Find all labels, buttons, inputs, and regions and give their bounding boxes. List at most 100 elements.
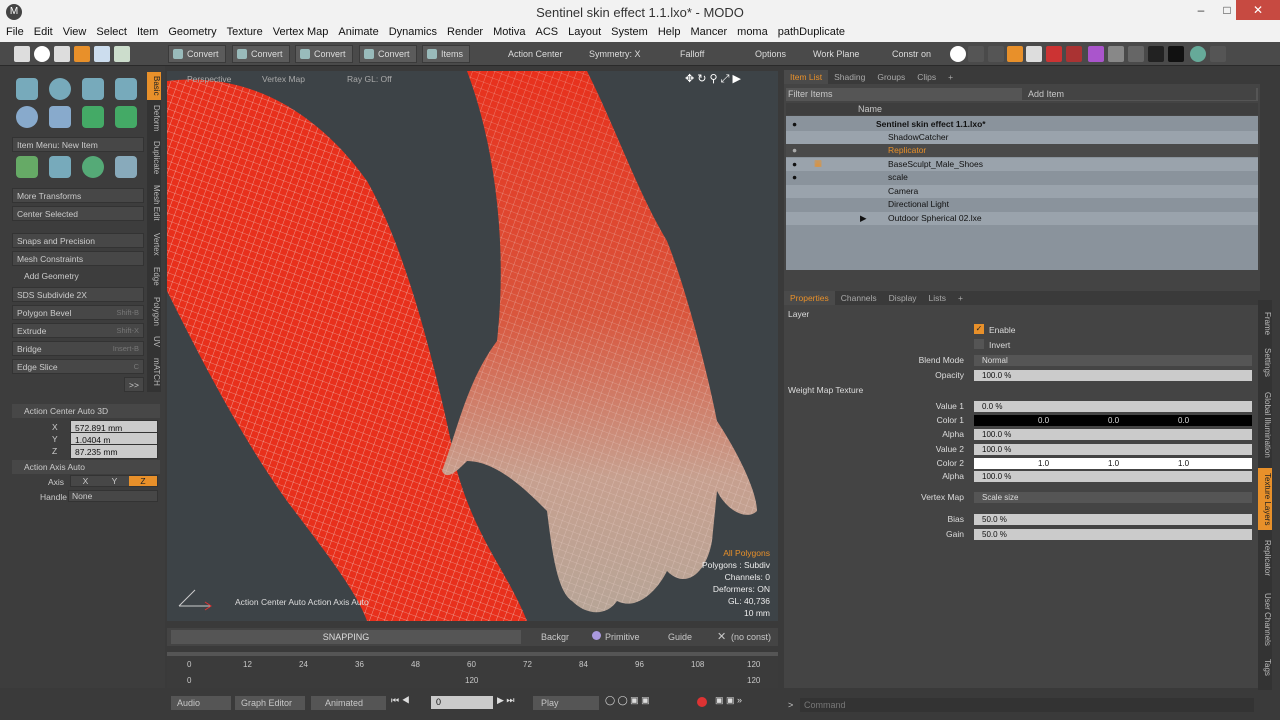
convert-button-3[interactable]: Convert [295,45,353,63]
tab-item-list[interactable]: Item List [784,70,829,84]
eye-icon[interactable]: ● [792,159,797,169]
axis-z[interactable]: Z [129,476,157,486]
polygon-mode-icon[interactable] [94,46,110,62]
more-tools-button[interactable]: >> [124,377,144,392]
snaps-button[interactable]: Snaps and Precision [12,233,144,248]
wmt-header[interactable]: Weight Map Texture [788,385,863,395]
more-transforms-dropdown[interactable]: More Transforms [12,188,144,203]
record-icon[interactable] [1066,46,1082,62]
opacity-field[interactable]: 100.0 % [974,370,1252,381]
material-mode-icon[interactable] [114,46,130,62]
list-item[interactable]: Directional Light [786,198,1258,211]
list-item[interactable]: ● ▦ BaseSculpt_Male_Shoes [786,158,1258,171]
lock-icon[interactable]: ▦ [814,158,822,169]
convert-button-4[interactable]: Convert [359,45,417,63]
audio-button[interactable]: Audio [171,696,231,710]
eye-icon[interactable]: ● [792,119,797,129]
items-button[interactable]: Items [422,45,471,63]
layer-header[interactable]: Layer [788,309,809,319]
mesh-constraints-button[interactable]: Mesh Constraints [12,251,144,266]
tab-match[interactable]: mATCH [147,354,161,390]
list-item-selected[interactable]: ● Replicator [786,144,1258,157]
no-const-button[interactable]: (no const) [731,632,771,642]
tab-lists[interactable]: Lists [923,291,952,305]
filter-items-field[interactable]: Filter Items [788,89,833,99]
3d-viewport[interactable]: Perspective Vertex Map Ray GL: Off ✥ ↻ ⚲… [167,71,778,621]
tab-groups[interactable]: Groups [871,70,911,84]
axis-x[interactable]: X [71,476,100,486]
timeline-range-bar[interactable] [167,652,778,656]
value1-field[interactable]: 0.0 % [974,401,1252,412]
invert-checkbox[interactable] [974,339,984,349]
action-center-header[interactable]: Action Center Auto 3D [12,404,160,418]
value2-field[interactable]: 100.0 % [974,444,1252,455]
color-wheel-icon[interactable] [1088,46,1104,62]
menu-select[interactable]: Select [90,24,131,38]
menu-render[interactable]: Render [441,24,487,38]
viewport-nav-icons[interactable]: ✥ ↻ ⚲ ⤢ ▶ [685,72,741,86]
tab-deform[interactable]: Deform [147,102,161,134]
tab-texture-layers[interactable]: Texture Layers [1258,468,1272,530]
falloff-mode-icon[interactable] [34,46,50,62]
tab-global-illumination[interactable]: Global Illumination [1258,390,1272,460]
list-item[interactable]: ● scale [786,171,1258,184]
menu-geometry[interactable]: Geometry [162,24,220,38]
add-tab-icon[interactable]: + [942,70,959,84]
pen-icon[interactable] [1007,46,1023,62]
menu-system[interactable]: System [605,24,652,38]
alpha2-field[interactable]: 100.0 % [974,471,1252,482]
view-type-dropdown[interactable]: Perspective [187,74,231,84]
mesh-render[interactable] [167,71,778,621]
tab-tags[interactable]: Tags [1258,656,1272,678]
add-geometry-header[interactable]: Add Geometry [12,269,144,283]
tab-settings[interactable]: Settings [1258,344,1272,380]
tab-user-channels[interactable]: User Channels [1258,590,1272,648]
menu-texture[interactable]: Texture [221,24,267,38]
tab-mesh-edit[interactable]: Mesh Edit [147,182,161,224]
add-icon[interactable] [1046,46,1062,62]
menu-animate[interactable]: Animate [332,24,382,38]
convert-button-1[interactable]: Convert [168,45,226,63]
menu-mancer[interactable]: Mancer [684,24,731,38]
falloff-dropdown[interactable]: Falloff [680,49,704,59]
list-item[interactable]: Camera [786,185,1258,198]
tab-polygon[interactable]: Polygon [147,292,161,330]
play-button[interactable]: Play [533,696,599,710]
menu-acs[interactable]: ACS [530,24,563,38]
graph-editor-button[interactable]: Graph Editor [235,696,305,710]
globe-icon[interactable] [1190,46,1206,62]
alpha1-field[interactable]: 100.0 % [974,429,1252,440]
text-icon[interactable] [115,106,137,128]
cube-icon[interactable] [16,78,38,100]
menu-vertex-map[interactable]: Vertex Map [267,24,333,38]
vertex-map-dropdown[interactable]: Scale size [974,492,1252,503]
timeline[interactable]: 0 12 24 36 48 60 72 84 96 108 120 0 120 120 [167,652,778,688]
backgr-button[interactable]: Backgr [541,632,569,642]
blend-mode-dropdown[interactable]: Normal [974,355,1252,366]
menu-item[interactable]: Item [131,24,162,38]
sphere-icon[interactable] [49,78,71,100]
grid-item-icon[interactable] [49,156,71,178]
command-input[interactable]: Command [800,698,1254,712]
tab-clips[interactable]: Clips [911,70,942,84]
axis-selector[interactable]: XYZ [70,475,158,487]
tab-display[interactable]: Display [883,291,923,305]
tab-channels[interactable]: Channels [835,291,883,305]
tab-replicator[interactable]: Replicator [1258,536,1272,580]
symmetry-dropdown[interactable]: Symmetry: X [589,49,641,59]
tab-edge[interactable]: Edge [147,264,161,288]
menu-pathduplicate[interactable]: pathDuplicate [772,24,849,38]
more-left-icon[interactable] [1210,46,1226,62]
cone-icon[interactable] [115,78,137,100]
sds-subdivide-button[interactable]: SDS Subdivide 2X [12,287,144,302]
polygon-bevel-button[interactable]: Polygon Bevel Shift-B [12,305,144,320]
raygl-toggle[interactable]: Ray GL: Off [347,74,392,84]
add-item-dropdown[interactable]: Add Item [1022,88,1256,100]
eye-icon[interactable]: ● [792,172,797,182]
record-button[interactable] [697,697,707,707]
enable-checkbox[interactable]: ✓ [974,324,984,334]
menu-help[interactable]: Help [652,24,685,38]
menu-moma[interactable]: moma [731,24,772,38]
snapshot-icon[interactable] [1026,46,1042,62]
snapping-button[interactable]: SNAPPING [171,630,521,644]
